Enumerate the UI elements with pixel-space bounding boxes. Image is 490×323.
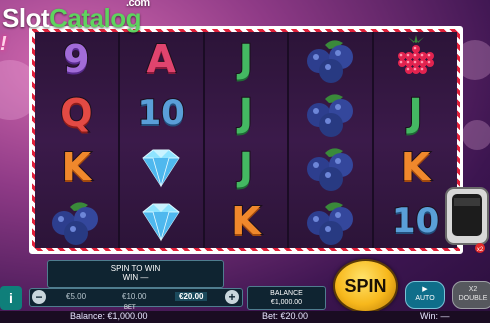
blueberry-icon bbox=[37, 195, 115, 247]
symbol-10: 10 bbox=[122, 87, 200, 139]
symbol-q: Q bbox=[37, 87, 115, 139]
symbol-label: K bbox=[61, 145, 92, 189]
win-text: WIN — bbox=[122, 273, 149, 282]
balance-box: BALANCE €1,000.00 bbox=[247, 286, 326, 310]
info-icon: i bbox=[9, 290, 13, 306]
symbol-a: A bbox=[122, 33, 200, 85]
reel-1: 9 QK bbox=[35, 32, 118, 248]
symbol-label: Q bbox=[59, 91, 93, 135]
svg-text:x2: x2 bbox=[477, 247, 484, 253]
bet-increase-button[interactable]: + bbox=[225, 290, 239, 304]
tv-bonus-icon: x2 bbox=[445, 187, 489, 253]
auto-button[interactable]: ▶ AUTO bbox=[405, 281, 445, 309]
symbol-label: A bbox=[145, 37, 176, 81]
status-balance: Balance: €1,000.00 bbox=[70, 311, 148, 321]
bet-option[interactable]: €5.00 bbox=[66, 292, 86, 301]
diamond-icon bbox=[122, 195, 200, 247]
bet-selector: − €5.00 €10.00 €20.00 + bbox=[29, 288, 243, 307]
reel-grid: 9QK A 10 JJJK J K 10 bbox=[35, 32, 457, 248]
symbol-j: J bbox=[207, 141, 285, 193]
symbol-k: K bbox=[207, 195, 285, 247]
spin-to-win-text: SPIN TO WIN bbox=[110, 264, 161, 273]
symbol-j: J bbox=[377, 87, 455, 139]
symbol-label: J bbox=[238, 145, 254, 189]
bet-decrease-button[interactable]: − bbox=[32, 290, 46, 304]
double-label: DOUBLE bbox=[458, 295, 488, 302]
symbol-k: K bbox=[37, 141, 115, 193]
blueberry-icon bbox=[292, 195, 370, 247]
watermark: SlotCatalog .com bbox=[2, 0, 150, 34]
reel-3: JJJK bbox=[204, 32, 288, 248]
reel-2: A 10 bbox=[119, 32, 203, 248]
symbol-label: 9 bbox=[62, 37, 90, 81]
symbol-label: K bbox=[400, 145, 431, 189]
symbol-label: K bbox=[230, 199, 261, 243]
status-bar: Balance: €1,000.00 Bet: €20.00 Win: — bbox=[0, 311, 490, 323]
bet-option[interactable]: €10.00 bbox=[122, 292, 146, 301]
status-win: Win: — bbox=[420, 311, 450, 321]
double-button[interactable]: X2 DOUBLE bbox=[452, 281, 490, 309]
play-icon: ▶ bbox=[422, 286, 428, 293]
symbol-j: J bbox=[207, 87, 285, 139]
double-multiplier: X2 bbox=[468, 286, 478, 293]
reel-frame: 9QK A 10 JJJK J K 10 bbox=[29, 26, 463, 254]
watermark-slot: Slot bbox=[2, 3, 50, 33]
status-bet: Bet: €20.00 bbox=[262, 311, 309, 321]
symbol-label: J bbox=[407, 91, 423, 135]
balance-value: €1,000.00 bbox=[270, 299, 303, 306]
symbol-label: 10 bbox=[391, 201, 440, 241]
spin-button[interactable]: SPIN bbox=[333, 259, 398, 313]
blueberry-icon bbox=[292, 33, 370, 85]
symbol-j: J bbox=[207, 33, 285, 85]
diamond-icon bbox=[122, 141, 200, 193]
blueberry-icon bbox=[292, 87, 370, 139]
symbol-label: J bbox=[238, 37, 254, 81]
win-panel: SPIN TO WIN WIN — bbox=[47, 260, 224, 288]
symbol-9: 9 bbox=[37, 33, 115, 85]
bet-option-selected[interactable]: €20.00 bbox=[175, 292, 208, 301]
game-logo-fragment: ! bbox=[0, 33, 7, 55]
balance-label: BALANCE bbox=[270, 290, 303, 297]
blueberry-icon bbox=[292, 141, 370, 193]
bg-bokeh bbox=[462, 120, 490, 150]
watermark-com: .com bbox=[126, 0, 150, 9]
symbol-label: 10 bbox=[137, 93, 186, 133]
symbol-label: J bbox=[238, 91, 254, 135]
raspberry-icon bbox=[377, 33, 455, 85]
info-button[interactable]: i bbox=[0, 286, 22, 310]
auto-label: AUTO bbox=[415, 295, 435, 302]
reel-4 bbox=[289, 32, 373, 248]
